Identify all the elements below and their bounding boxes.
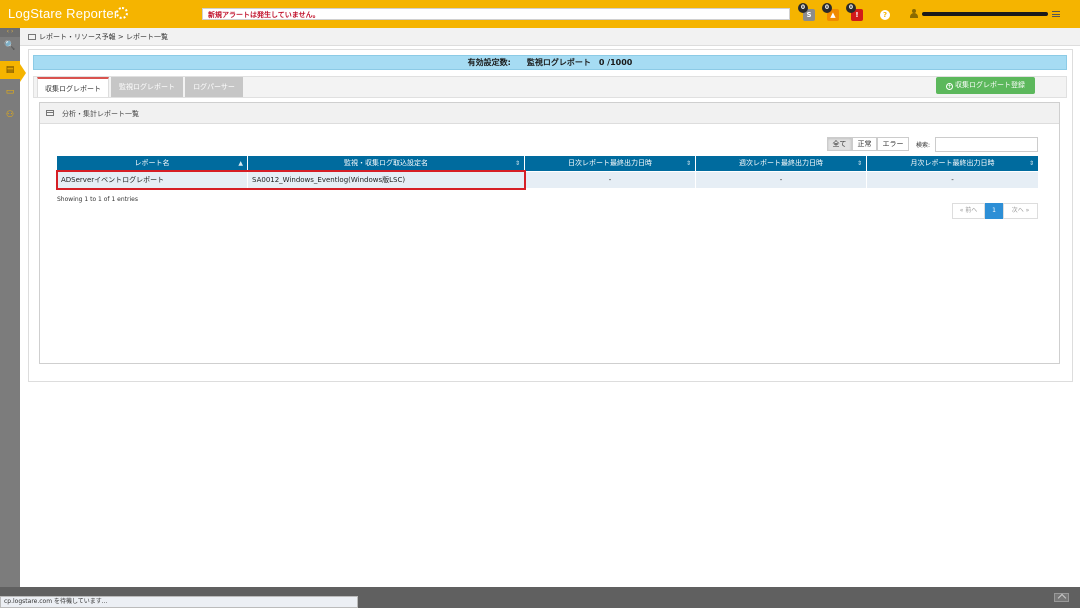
badge-count: 0 bbox=[798, 3, 808, 13]
sidebar: ‹ › 🔍 ▤ ▭ ⚇ bbox=[0, 28, 20, 587]
sort-icon: ⇕ bbox=[1028, 160, 1034, 167]
badge-count: 0 bbox=[846, 3, 856, 13]
brand-gear-icon bbox=[116, 7, 128, 19]
tab-collected-log-report[interactable]: 収集ログレポート bbox=[37, 77, 109, 97]
column-label: 監視・収集ログ取込設定名 bbox=[344, 159, 428, 167]
alert-text: 新規アラートは発生していません。 bbox=[208, 11, 320, 19]
breadcrumb-bar: レポート・リソース予報 > レポート一覧 bbox=[20, 28, 1080, 46]
section-title: 分析・集計レポート一覧 bbox=[62, 110, 139, 118]
register-collected-log-report-button[interactable]: + 収集ログレポート登録 bbox=[936, 77, 1035, 94]
sidebar-item-chat[interactable]: ▭ bbox=[0, 83, 20, 101]
section-header bbox=[40, 103, 1059, 124]
column-header-report-name[interactable]: レポート名 ▲ bbox=[57, 156, 248, 171]
chat-icon: ▭ bbox=[5, 87, 15, 97]
filter-error-button[interactable]: エラー bbox=[877, 137, 909, 151]
tab-log-parser[interactable]: ログパーサー bbox=[185, 77, 243, 97]
filter-normal-button[interactable]: 正常 bbox=[852, 137, 877, 151]
report-icon bbox=[28, 34, 36, 40]
user-name-redacted[interactable] bbox=[922, 12, 1048, 16]
system-alert-icon[interactable]: S 0 bbox=[798, 3, 815, 21]
column-label: 月次レポート最終出力日時 bbox=[910, 159, 995, 167]
pagination-prev-button[interactable]: « 前へ bbox=[952, 203, 985, 219]
search-label: 検索: bbox=[916, 142, 931, 149]
table-cell-weekly: - bbox=[696, 172, 867, 188]
column-header-monthly-report[interactable]: 月次レポート最終出力日時 ⇕ bbox=[867, 156, 1038, 171]
pagination-page-button[interactable]: 1 bbox=[985, 203, 1003, 219]
search-icon: 🔍 bbox=[4, 41, 16, 51]
search-input[interactable] bbox=[935, 137, 1038, 152]
sort-asc-icon: ▲ bbox=[238, 160, 243, 167]
summary-label: 有効設定数: bbox=[467, 58, 511, 67]
app-brand[interactable]: LogStare Reporter bbox=[8, 6, 118, 21]
table-cell-monthly: - bbox=[867, 172, 1038, 188]
plus-circle-icon: + bbox=[946, 83, 953, 90]
scroll-top-icon[interactable] bbox=[1054, 593, 1069, 602]
column-header-daily-report[interactable]: 日次レポート最終出力日時 ⇕ bbox=[525, 156, 696, 171]
entries-info: Showing 1 to 1 of 1 entries bbox=[57, 196, 138, 203]
column-header-setting-name[interactable]: 監視・収集ログ取込設定名 ⇕ bbox=[248, 156, 525, 171]
users-icon: ⚇ bbox=[5, 110, 15, 120]
alert-message-box: 新規アラートは発生していません。 bbox=[202, 8, 790, 20]
sort-icon: ⇕ bbox=[514, 160, 520, 167]
report-icon: ▤ bbox=[5, 65, 15, 75]
column-label: 日次レポート最終出力日時 bbox=[568, 159, 652, 167]
register-button-label: 収集ログレポート登録 bbox=[955, 81, 1025, 89]
row-highlight-annotation bbox=[56, 170, 526, 190]
column-header-weekly-report[interactable]: 週次レポート最終出力日時 ⇕ bbox=[696, 156, 867, 171]
pagination-next-button[interactable]: 次へ » bbox=[1003, 203, 1038, 219]
breadcrumb: レポート・リソース予報 > レポート一覧 bbox=[39, 33, 168, 41]
sidebar-toggle[interactable]: ‹ › bbox=[0, 28, 20, 37]
summary-banner: 有効設定数: 監視ログレポート 0 /1000 bbox=[33, 55, 1067, 70]
warning-alert-icon[interactable]: ▲ 0 bbox=[822, 3, 839, 21]
sidebar-item-search[interactable]: 🔍 bbox=[0, 37, 20, 55]
column-label: 週次レポート最終出力日時 bbox=[739, 159, 823, 167]
browser-status-text: cp.logstare.com を待機しています... bbox=[0, 596, 358, 608]
badge-count: 0 bbox=[822, 3, 832, 13]
sidebar-item-report[interactable]: ▤ bbox=[0, 61, 20, 79]
summary-value: 監視ログレポート 0 /1000 bbox=[526, 58, 633, 67]
sidebar-item-users[interactable]: ⚇ bbox=[0, 106, 20, 124]
user-icon[interactable] bbox=[910, 9, 918, 18]
help-icon[interactable]: ? bbox=[880, 10, 890, 20]
tab-monitor-log-report[interactable]: 監視ログレポート bbox=[111, 77, 183, 97]
menu-icon[interactable] bbox=[1052, 11, 1060, 17]
sort-icon: ⇕ bbox=[856, 160, 862, 167]
table-icon bbox=[46, 110, 54, 116]
table-cell-daily: - bbox=[525, 172, 696, 188]
filter-all-button[interactable]: 全て bbox=[827, 137, 852, 151]
sidebar-active-indicator bbox=[20, 64, 26, 82]
sort-icon: ⇕ bbox=[685, 160, 691, 167]
error-alert-icon[interactable]: ! 0 bbox=[846, 3, 863, 21]
column-label: レポート名 bbox=[134, 159, 170, 167]
